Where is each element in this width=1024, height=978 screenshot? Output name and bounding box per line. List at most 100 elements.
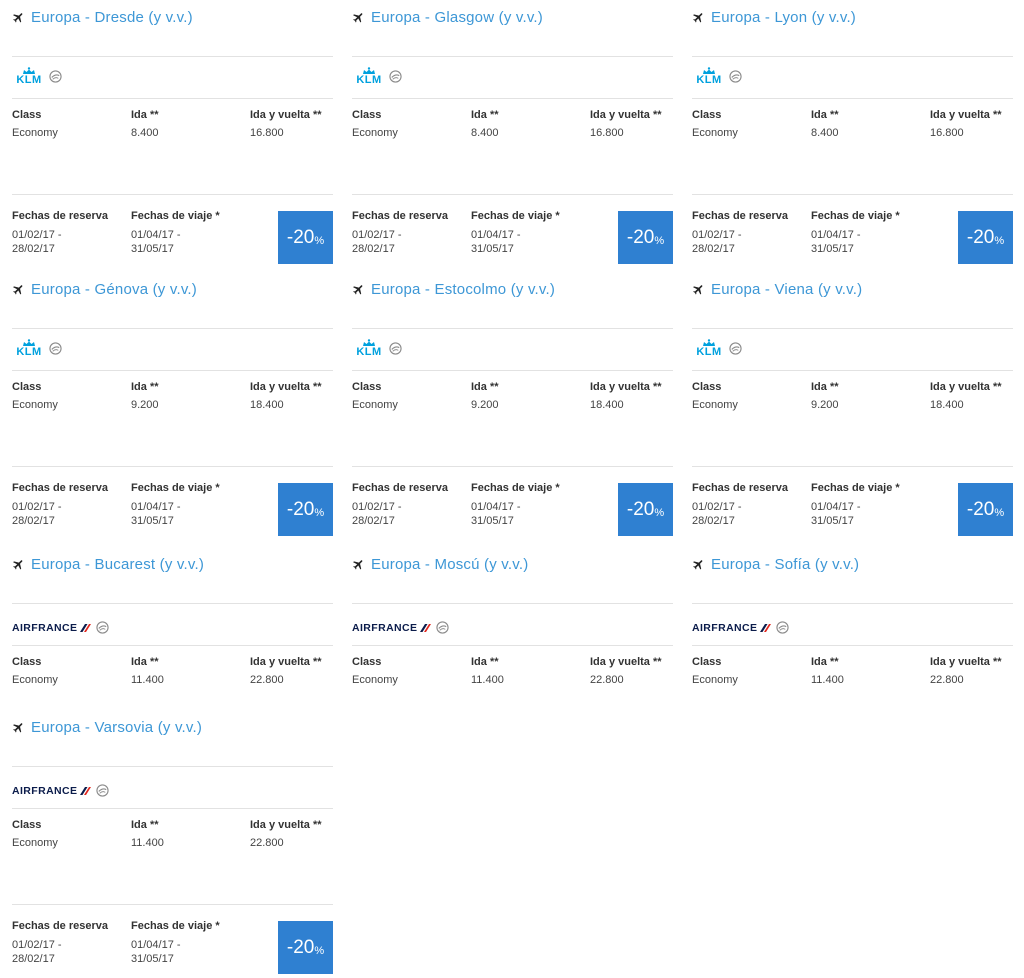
header-class: Class	[692, 656, 722, 668]
fare-class: Economy	[12, 837, 58, 849]
reserva-start: 01/02/17 -	[692, 229, 742, 241]
reserva-end: 28/02/17	[692, 243, 735, 255]
divider	[12, 645, 333, 646]
viaje-start: 01/04/17 -	[131, 501, 181, 513]
fare-ida-vuelta: 16.800	[590, 127, 624, 139]
destination-label: Europa - Glasgow (y v.v.)	[371, 8, 543, 26]
klm-wordmark: KLM	[16, 346, 42, 358]
header-fechas-viaje: Fechas de viaje *	[131, 482, 220, 494]
reserva-end: 28/02/17	[352, 243, 395, 255]
viaje-start: 01/04/17 -	[811, 501, 861, 513]
destination-title[interactable]: Europa - Viena (y v.v.)	[692, 278, 862, 300]
destination-label: Europa - Estocolmo (y v.v.)	[371, 280, 556, 298]
destination-title[interactable]: Europa - Lyon (y v.v.)	[692, 6, 856, 28]
divider	[352, 466, 673, 467]
reserva-start: 01/02/17 -	[12, 939, 62, 951]
klm-wordmark: KLM	[696, 74, 722, 86]
skyteam-icon	[49, 69, 62, 83]
header-ida: Ida **	[471, 656, 499, 668]
fare-ida-vuelta: 22.800	[250, 837, 284, 849]
divider	[12, 603, 333, 604]
header-ida-vuelta: Ida y vuelta **	[590, 656, 662, 668]
header-ida: Ida **	[471, 109, 499, 121]
reserva-end: 28/02/17	[352, 515, 395, 527]
header-ida-vuelta: Ida y vuelta **	[930, 656, 1002, 668]
viaje-end: 31/05/17	[471, 515, 514, 527]
header-ida: Ida **	[131, 109, 159, 121]
discount-value: -20	[626, 226, 655, 248]
fare-ida: 8.400	[811, 127, 839, 139]
header-ida: Ida **	[131, 656, 159, 668]
airline-logo-airfrance: AIRFRANCE	[352, 621, 450, 634]
fare-class: Economy	[692, 399, 738, 411]
destination-title[interactable]: Europa - Sofía (y v.v.)	[692, 553, 859, 575]
fare-class: Economy	[12, 674, 58, 686]
plane-icon	[12, 721, 25, 734]
viaje-end: 31/05/17	[811, 515, 854, 527]
fare-ida: 11.400	[131, 837, 164, 849]
discount-value: -20	[286, 936, 315, 958]
divider	[692, 466, 1013, 467]
airfrance-wordmark: AIRFRANCE	[12, 784, 78, 797]
plane-icon	[692, 558, 705, 571]
divider	[12, 194, 333, 195]
destination-title[interactable]: Europa - Glasgow (y v.v.)	[352, 6, 543, 28]
skyteam-icon	[96, 621, 110, 634]
fare-class: Economy	[352, 127, 398, 139]
header-class: Class	[12, 656, 42, 668]
skyteam-icon	[729, 341, 742, 355]
divider	[12, 466, 333, 467]
fare-ida-vuelta: 22.800	[930, 674, 964, 686]
destination-label: Europa - Varsovia (y v.v.)	[31, 718, 203, 736]
fare-ida-vuelta: 16.800	[250, 127, 284, 139]
skyteam-icon	[389, 69, 402, 83]
header-ida: Ida **	[811, 381, 839, 393]
discount-badge: -20%	[278, 921, 333, 974]
header-fechas-viaje: Fechas de viaje *	[131, 210, 220, 222]
viaje-start: 01/04/17 -	[131, 229, 181, 241]
airfrance-wordmark: AIRFRANCE	[12, 621, 78, 634]
divider	[352, 328, 673, 329]
reserva-start: 01/02/17 -	[352, 501, 402, 513]
header-ida-vuelta: Ida y vuelta **	[250, 109, 322, 121]
airfrance-stripe-icon	[420, 623, 432, 632]
airline-logo-klm: KLM	[692, 339, 742, 358]
fare-ida-vuelta: 22.800	[250, 674, 284, 686]
plane-icon	[352, 11, 365, 24]
viaje-start: 01/04/17 -	[471, 229, 521, 241]
fare-ida: 11.400	[131, 674, 164, 686]
destination-title[interactable]: Europa - Varsovia (y v.v.)	[12, 716, 202, 738]
destination-title[interactable]: Europa - Estocolmo (y v.v.)	[352, 278, 555, 300]
header-fechas-reserva: Fechas de reserva	[12, 482, 109, 494]
destination-title[interactable]: Europa - Dresde (y v.v.)	[12, 6, 193, 28]
header-class: Class	[352, 381, 382, 393]
destination-label: Europa - Bucarest (y v.v.)	[31, 555, 205, 573]
fare-class: Economy	[692, 127, 738, 139]
airline-logo-airfrance: AIRFRANCE	[12, 784, 110, 797]
discount-badge: -20%	[278, 483, 333, 536]
fare-class: Economy	[352, 674, 398, 686]
destination-title[interactable]: Europa - Moscú (y v.v.)	[352, 553, 528, 575]
viaje-end: 31/05/17	[131, 243, 174, 255]
klm-wordmark: KLM	[16, 74, 42, 86]
header-ida-vuelta: Ida y vuelta **	[590, 109, 662, 121]
destination-title[interactable]: Europa - Génova (y v.v.)	[12, 278, 197, 300]
header-class: Class	[692, 381, 722, 393]
divider	[352, 603, 673, 604]
airfrance-stripe-icon	[80, 623, 92, 632]
divider	[12, 904, 333, 905]
discount-value: -20	[286, 498, 315, 520]
reserva-end: 28/02/17	[12, 515, 55, 527]
divider	[692, 370, 1013, 371]
airline-logo-klm: KLM	[352, 67, 402, 86]
klm-wordmark: KLM	[356, 74, 382, 86]
fare-ida: 8.400	[131, 127, 159, 139]
plane-icon	[692, 283, 705, 296]
header-fechas-reserva: Fechas de reserva	[352, 210, 449, 222]
header-fechas-viaje: Fechas de viaje *	[131, 920, 220, 932]
destination-title[interactable]: Europa - Bucarest (y v.v.)	[12, 553, 204, 575]
plane-icon	[352, 283, 365, 296]
header-ida: Ida **	[131, 381, 159, 393]
header-ida-vuelta: Ida y vuelta **	[250, 819, 322, 831]
airline-logo-klm: KLM	[692, 67, 742, 86]
